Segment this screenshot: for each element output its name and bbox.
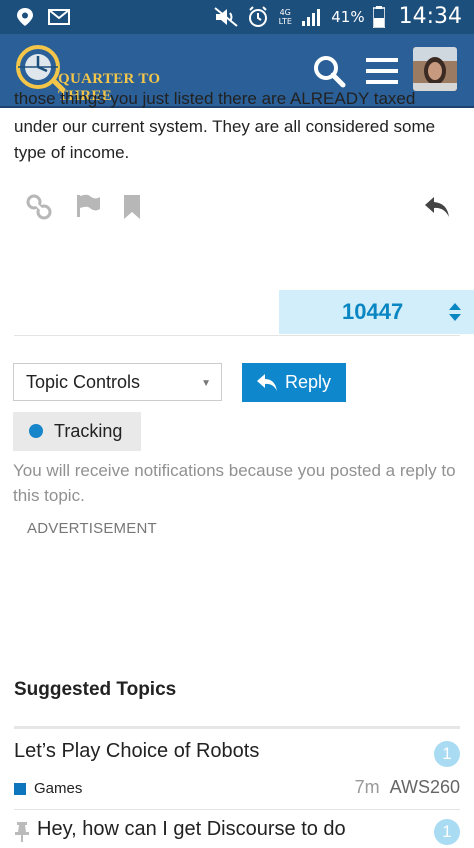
tracking-dot-icon (29, 424, 43, 438)
suggested-topic-row[interactable]: Hey, how can I get Discourse to do 1 (14, 818, 460, 848)
topic-category[interactable]: Games (14, 780, 82, 797)
unread-count-badge[interactable]: 1 (434, 819, 460, 845)
alarm-icon (249, 5, 268, 27)
topic-age: 7m (354, 777, 380, 797)
reply-arrow-icon (257, 374, 277, 391)
category-color-icon (14, 782, 26, 795)
search-icon[interactable] (312, 54, 346, 88)
topic-controls-label: Topic Controls (26, 372, 141, 392)
status-bar: 4G LTE 41% 14:34 (0, 0, 474, 34)
topic-meta: 7m AWS260 (355, 777, 460, 798)
pin-icon (15, 822, 29, 842)
bookmark-icon[interactable] (118, 192, 148, 222)
reply-button-label: Reply (285, 372, 332, 392)
mail-icon (48, 9, 70, 25)
location-icon (17, 8, 33, 26)
post-actions (0, 190, 474, 226)
divider (14, 335, 460, 336)
battery-icon (372, 5, 385, 28)
menu-icon[interactable] (366, 56, 398, 86)
link-icon[interactable] (24, 192, 54, 222)
topic-user[interactable]: AWS260 (390, 777, 460, 797)
flag-icon[interactable] (74, 192, 104, 222)
chevron-down-icon: ▼ (201, 378, 211, 389)
up-down-arrows-icon[interactable] (449, 303, 461, 321)
notification-reason: You will receive notifications because y… (13, 461, 456, 505)
unread-count-badge[interactable]: 1 (434, 741, 460, 767)
divider (14, 809, 460, 810)
topic-title-link[interactable]: Hey, how can I get Discourse to do (37, 818, 346, 841)
reply-icon[interactable] (422, 192, 452, 222)
post-counter-value: 10447 (342, 299, 404, 324)
post-counter[interactable]: 10447 (279, 290, 474, 334)
topic-controls-dropdown[interactable]: Topic Controls ▼ (13, 363, 222, 401)
post-text-cut-line: those things you just listed there are A… (14, 89, 416, 108)
suggested-topics-heading: Suggested Topics (14, 679, 177, 700)
tracking-button[interactable]: Tracking (13, 412, 141, 451)
divider (14, 726, 460, 729)
category-name: Games (34, 780, 83, 797)
topic-title-link[interactable]: Let’s Play Choice of Robots (14, 740, 259, 763)
avatar-image (413, 47, 457, 91)
post-body: those things you just listed there are A… (14, 89, 454, 166)
reply-button[interactable]: Reply (242, 363, 346, 402)
suggested-topic-row[interactable]: Let’s Play Choice of Robots 1 Games 7m A… (14, 740, 460, 802)
network-label: 4G LTE (278, 7, 292, 26)
mute-icon (214, 6, 238, 27)
clock: 14:34 (398, 4, 462, 29)
tracking-label: Tracking (54, 421, 123, 441)
user-avatar[interactable] (413, 47, 457, 91)
battery-percent: 41% (331, 7, 365, 26)
advertisement-label: ADVERTISEMENT (27, 520, 157, 537)
signal-icon (302, 8, 321, 26)
